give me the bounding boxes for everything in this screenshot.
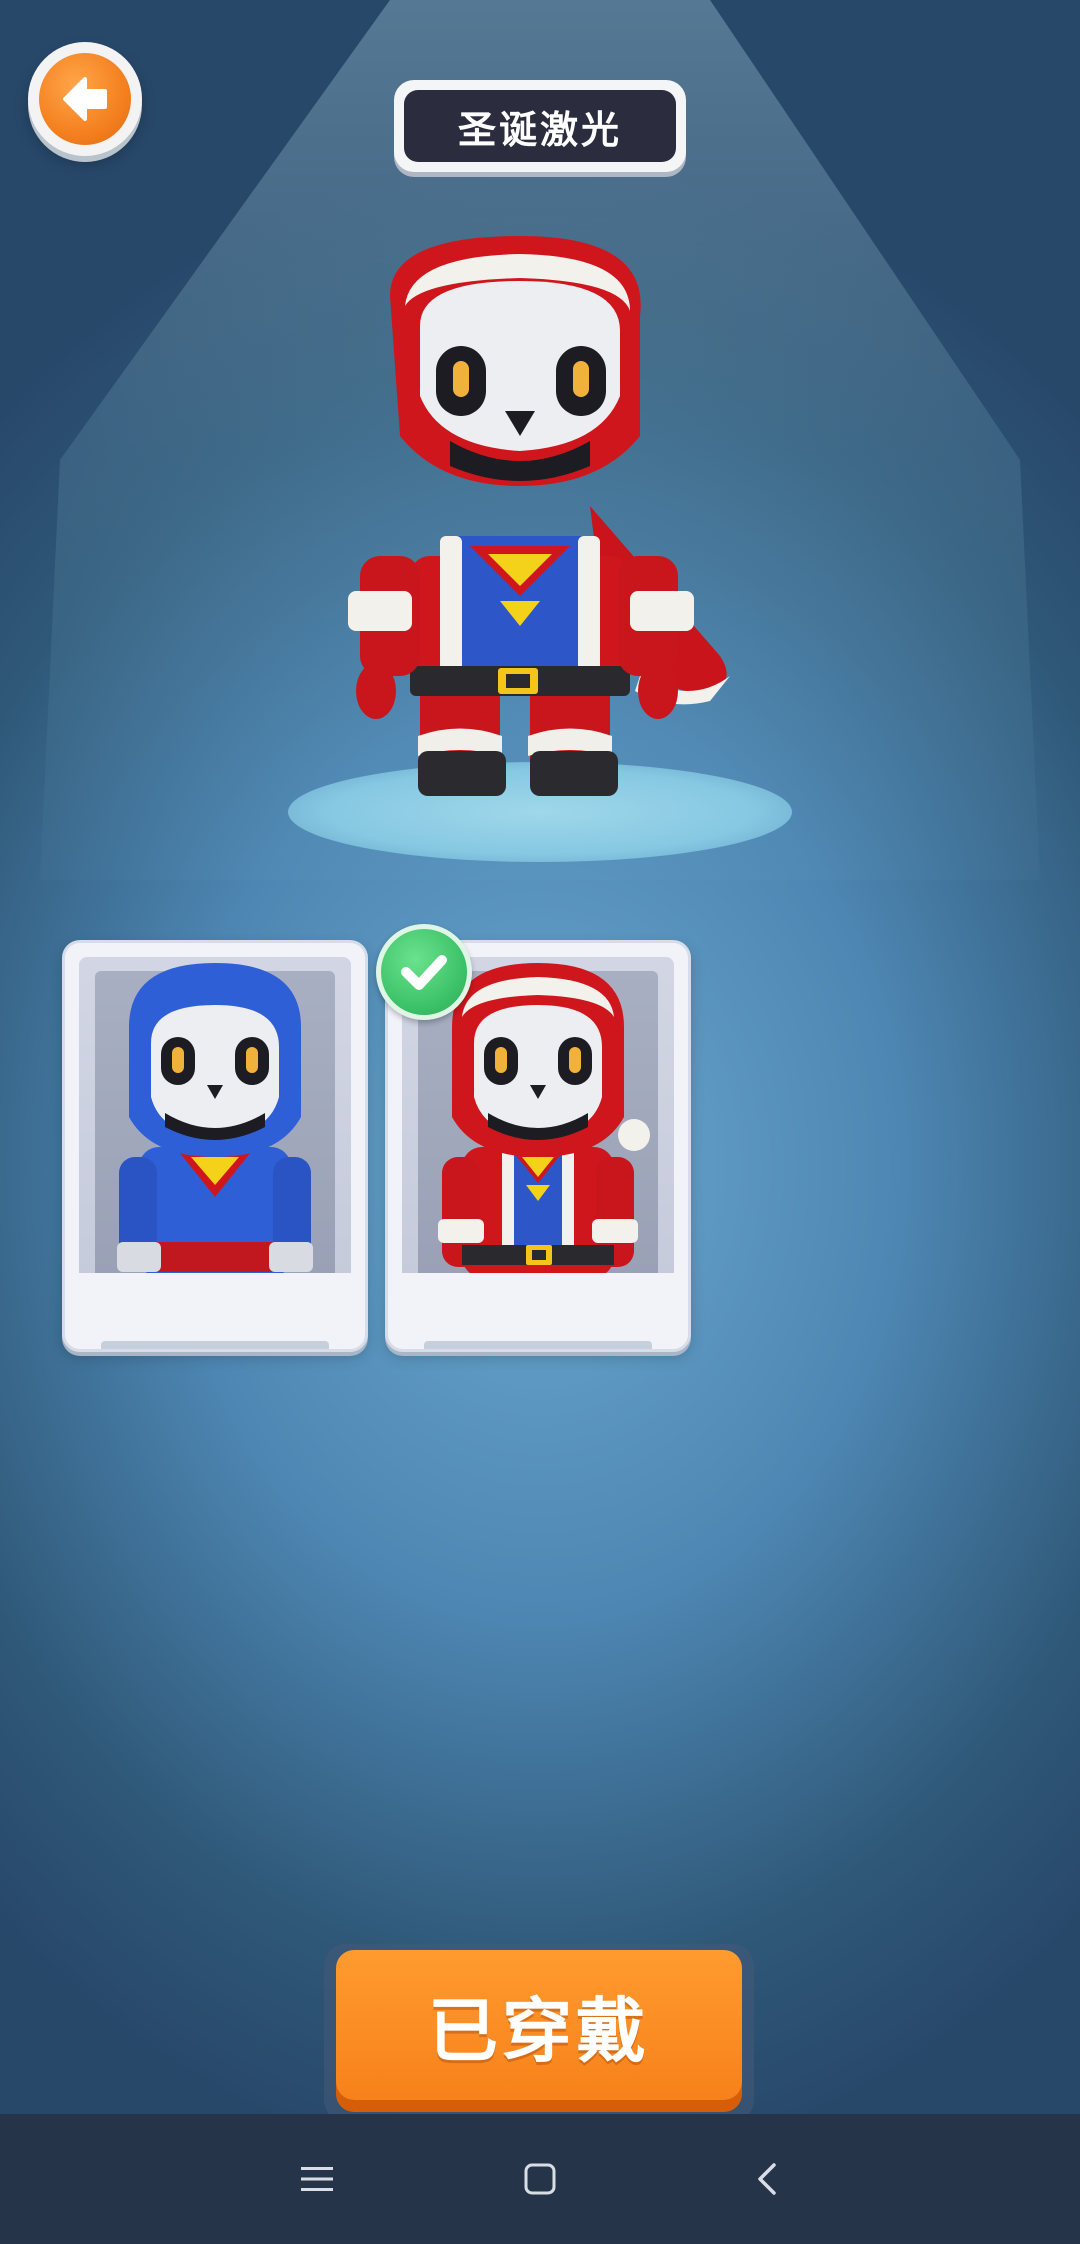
chevron-left-icon	[758, 2163, 776, 2195]
back-button-face	[39, 53, 131, 145]
nav-menu-button[interactable]	[282, 2144, 352, 2214]
skin-thumbnail-blue-skeleton	[117, 963, 313, 1273]
equipped-button[interactable]: 已穿戴	[324, 1944, 754, 2122]
character-preview-santa-skeleton	[348, 236, 730, 796]
skin-title: 圣诞激光	[404, 90, 676, 162]
card-bottom-bar	[101, 1341, 329, 1349]
menu-icon	[301, 2167, 333, 2191]
equipped-button-label: 已穿戴	[336, 1950, 742, 2100]
arrow-left-icon	[63, 77, 107, 121]
skin-card-portrait	[79, 957, 351, 1273]
skin-title-plate: 圣诞激光	[394, 80, 686, 172]
selected-badge	[376, 924, 472, 1020]
checkmark-icon	[401, 955, 447, 990]
square-icon	[524, 2163, 556, 2195]
skin-card-blue[interactable]	[62, 940, 368, 1352]
nav-home-button[interactable]	[505, 2144, 575, 2214]
card-bottom-bar	[424, 1341, 652, 1349]
nav-back-button[interactable]	[733, 2144, 803, 2214]
back-button[interactable]	[28, 42, 142, 156]
system-nav-bar	[0, 2114, 1080, 2244]
